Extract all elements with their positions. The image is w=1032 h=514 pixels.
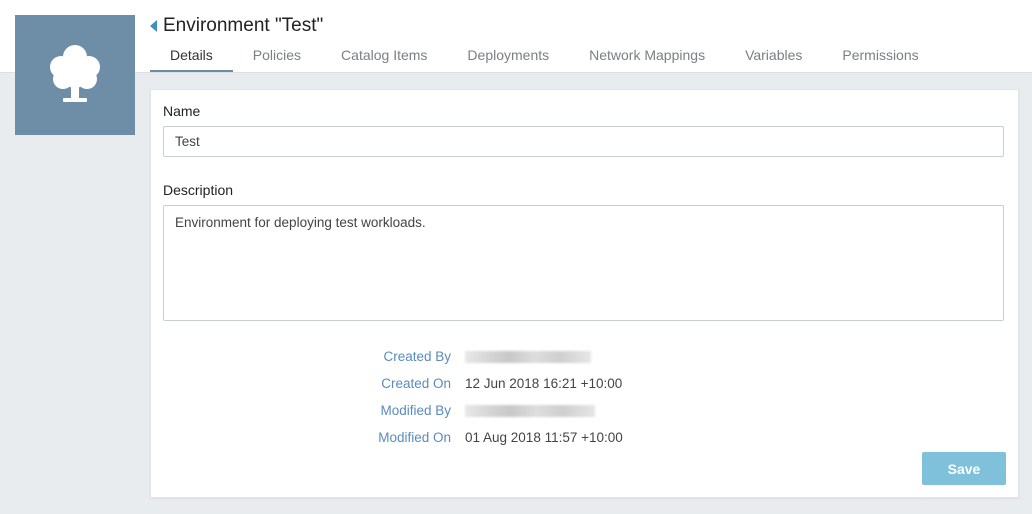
redacted-created-by [465,351,591,363]
details-card: Name Test Description Environment for de… [150,89,1019,498]
modified-on-label: Modified On [378,430,451,445]
tab-deployments[interactable]: Deployments [447,40,569,72]
created-on-value: 12 Jun 2018 16:21 +10:00 [465,376,623,391]
created-by-row: Created By [151,348,1018,366]
description-label: Description [163,182,234,198]
tab-variables[interactable]: Variables [725,40,822,72]
name-field[interactable]: Test [163,126,1004,157]
description-field[interactable]: Environment for deploying test workloads… [163,205,1004,321]
modified-on-row: Modified On 01 Aug 2018 11:57 +10:00 [151,429,1018,447]
tab-network-mappings[interactable]: Network Mappings [569,40,725,72]
environment-tile [15,15,135,135]
modified-by-label: Modified By [380,403,451,418]
caret-left-icon[interactable] [150,16,162,36]
created-on-label: Created On [381,376,451,391]
save-button[interactable]: Save [922,452,1006,485]
tree-icon [50,45,100,102]
tab-policies[interactable]: Policies [233,40,321,72]
modified-by-row: Modified By [151,402,1018,420]
tab-permissions[interactable]: Permissions [822,40,938,72]
created-by-label: Created By [383,349,451,364]
tab-catalog-items[interactable]: Catalog Items [321,40,447,72]
title-row: Environment "Test" [150,13,323,39]
name-label: Name [163,103,201,119]
redacted-modified-by [465,405,595,417]
page-title: Environment "Test" [163,15,324,36]
created-on-row: Created On 12 Jun 2018 16:21 +10:00 [151,375,1018,393]
tab-details[interactable]: Details [150,40,233,72]
modified-on-value: 01 Aug 2018 11:57 +10:00 [465,430,623,445]
tab-bar: Details Policies Catalog Items Deploymen… [150,40,939,72]
